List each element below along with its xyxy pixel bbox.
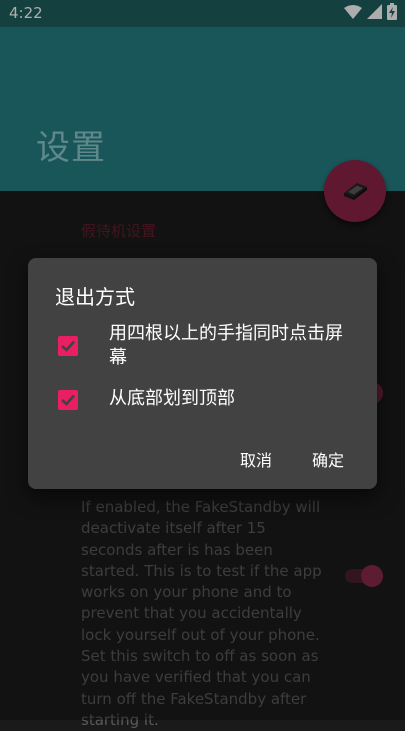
exit-method-dialog: 退出方式 用四根以上的手指同时点击屏幕 从底部划到顶部 取消 确定 [28, 258, 377, 489]
checkmark-icon [61, 340, 75, 352]
option-swipe-up[interactable]: 从底部划到顶部 [28, 384, 377, 414]
option-label-four-finger-tap: 用四根以上的手指同时点击屏幕 [109, 323, 343, 368]
checkbox-swipe-up[interactable] [58, 390, 78, 410]
confirm-button[interactable]: 确定 [312, 447, 344, 471]
checkmark-icon [61, 394, 75, 406]
cancel-button[interactable]: 取消 [240, 447, 272, 471]
dialog-title: 退出方式 [55, 285, 135, 309]
option-four-finger-tap[interactable]: 用四根以上的手指同时点击屏幕 [28, 320, 377, 372]
checkbox-four-finger-tap[interactable] [58, 336, 78, 356]
option-label-swipe-up: 从底部划到顶部 [109, 388, 235, 409]
